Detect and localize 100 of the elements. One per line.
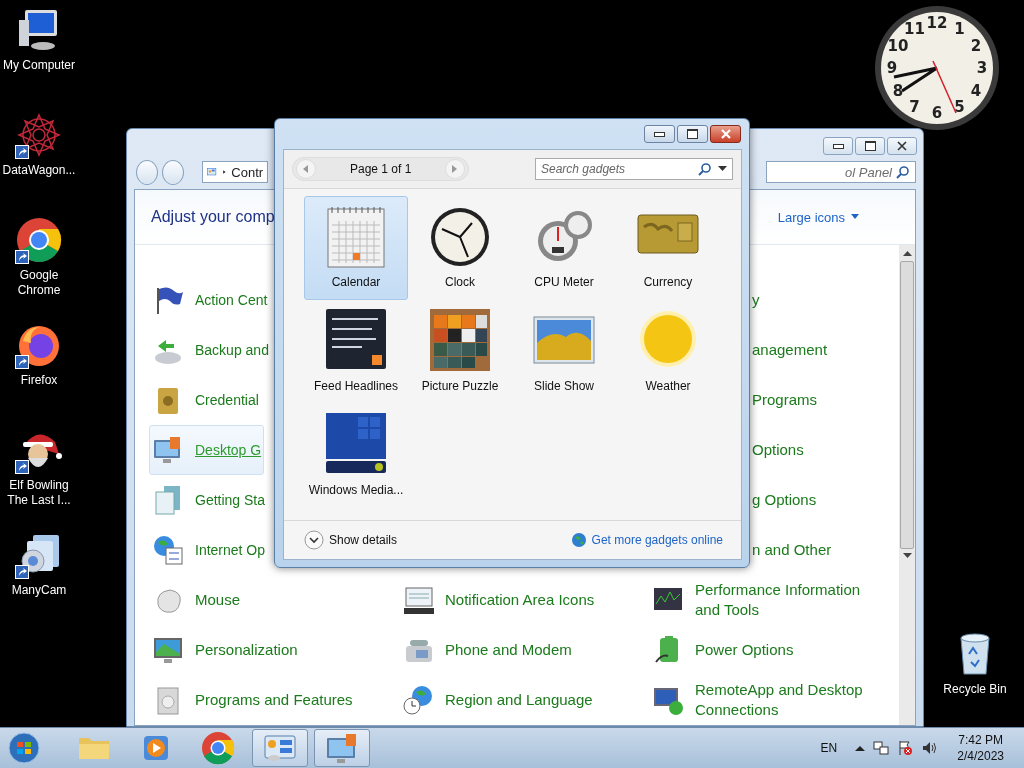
- desktop-shortcut[interactable]: Recycle Bin: [936, 630, 1014, 700]
- clock-numeral: 12: [926, 14, 948, 32]
- search-field[interactable]: ol Panel: [766, 161, 916, 183]
- clock-numeral: 11: [904, 20, 925, 39]
- gadget-tile[interactable]: Currency: [616, 196, 720, 300]
- search-icon: [896, 165, 910, 179]
- clock-numeral: 6: [931, 104, 943, 122]
- chrome-icon: [200, 730, 236, 766]
- gadget-tile[interactable]: CPU Meter: [512, 196, 616, 300]
- control-panel-link[interactable]: Programs and Features: [149, 675, 356, 725]
- gadget-tile[interactable]: Weather: [616, 300, 720, 404]
- desktop-shortcut[interactable]: DataWagon...: [0, 111, 78, 216]
- speaker-icon[interactable]: [921, 740, 938, 756]
- close-icon: [897, 141, 907, 151]
- clock-numeral: 3: [976, 59, 988, 77]
- clock-numeral: 10: [887, 36, 909, 55]
- search-field[interactable]: Search gadgets: [535, 158, 733, 180]
- gadget-tile[interactable]: Picture Puzzle: [408, 300, 512, 404]
- gadget-tile[interactable]: Calendar: [304, 196, 408, 300]
- clock-gadget[interactable]: 11 12 1 10 2 9 3 8 4 7 6 5: [872, 3, 1002, 133]
- control-panel-link[interactable]: Personalization: [149, 625, 301, 675]
- globe-icon: [402, 684, 434, 716]
- control-panel-link[interactable]: Programs: [751, 375, 821, 425]
- right-arrow-icon: [452, 165, 459, 173]
- taskbar-clock[interactable]: 7:42 PM 2/4/2023: [957, 732, 1004, 764]
- minimize-icon: [654, 131, 665, 137]
- gadget-tile[interactable]: Feed Headlines: [304, 300, 408, 404]
- panel-icon: [402, 584, 434, 616]
- close-icon: [719, 129, 732, 139]
- close-button[interactable]: [887, 137, 917, 155]
- close-button[interactable]: [710, 125, 741, 143]
- globe-icon: [152, 534, 184, 566]
- control-panel-link[interactable]: Performance Information and Tools: [649, 575, 888, 625]
- minimize-icon: [832, 143, 844, 149]
- scrollbar[interactable]: [899, 245, 915, 725]
- caret-icon: [851, 214, 859, 220]
- taskbar-button[interactable]: [252, 729, 308, 767]
- dropdown-caret-icon[interactable]: [718, 166, 727, 172]
- control-panel-link[interactable]: Region and Language: [399, 675, 596, 725]
- control-panel-icon: [207, 165, 217, 179]
- desktop-shortcut[interactable]: My Computer: [0, 6, 78, 111]
- page-indicator: Page 1 of 1: [349, 162, 413, 176]
- network-icon[interactable]: [873, 740, 890, 756]
- control-panel-link[interactable]: Credential: [149, 375, 262, 425]
- desktop-shortcut[interactable]: Firefox: [0, 321, 78, 426]
- left-arrow-icon: [303, 165, 309, 173]
- control-panel-link[interactable]: Getting Sta: [149, 475, 269, 525]
- scroll-down-arrow-icon[interactable]: [902, 553, 912, 559]
- gadget-tile[interactable]: Clock: [408, 196, 512, 300]
- globe-icon: [570, 532, 587, 548]
- control-panel-link[interactable]: Internet Op: [149, 525, 269, 575]
- control-panel-link[interactable]: anagement: [751, 325, 831, 375]
- flag-icon[interactable]: [897, 740, 914, 756]
- puzzle-tiles-icon: [428, 307, 492, 373]
- breadcrumb-arrow-icon: [221, 168, 227, 176]
- view-by-dropdown[interactable]: Large icons: [777, 209, 859, 225]
- control-panel-link[interactable]: Mouse: [149, 575, 244, 625]
- windows-logo-icon: [8, 732, 40, 764]
- control-panel-link[interactable]: y: [751, 275, 763, 325]
- control-panel-link[interactable]: g Options: [751, 475, 820, 525]
- page-heading: Adjust your comp: [151, 208, 275, 226]
- clock-numeral: 9: [886, 59, 898, 77]
- chevron-down-icon: [304, 530, 324, 550]
- control-panel-link[interactable]: Desktop G: [149, 425, 265, 475]
- language-indicator[interactable]: EN: [820, 741, 838, 755]
- previous-page-button[interactable]: [296, 159, 316, 179]
- get-more-gadgets-link[interactable]: Get more gadgets online: [591, 533, 723, 547]
- control-panel-link[interactable]: Power Options: [649, 625, 797, 675]
- control-panel-link[interactable]: Backup and: [149, 325, 272, 375]
- control-panel-link[interactable]: Action Cent: [149, 275, 271, 325]
- maximize-button[interactable]: [855, 137, 885, 155]
- show-hidden-icons-button[interactable]: [855, 744, 866, 752]
- minimize-button[interactable]: [644, 125, 675, 143]
- control-panel-link[interactable]: Notification Area Icons: [399, 575, 598, 625]
- maximize-icon: [864, 141, 876, 151]
- control-panel-link[interactable]: Phone and Modem: [399, 625, 575, 675]
- show-details-button[interactable]: Show details: [304, 530, 398, 550]
- maximize-icon: [687, 129, 698, 139]
- scroll-up-arrow-icon[interactable]: [902, 251, 912, 257]
- clock-numeral: 8: [892, 81, 904, 100]
- desktop-shortcut[interactable]: ManyCam: [0, 531, 78, 636]
- control-panel-link[interactable]: RemoteApp and Desktop Connections: [649, 675, 888, 725]
- control-panel-link[interactable]: n and Other: [751, 525, 835, 575]
- control-panel-link[interactable]: Options: [751, 425, 807, 475]
- gadget-tile[interactable]: Windows Media...: [304, 404, 408, 508]
- clock-numeral: 7: [909, 97, 920, 116]
- chrome-icon: [15, 216, 63, 264]
- clock-numeral: 4: [970, 81, 982, 100]
- minimize-button[interactable]: [823, 137, 853, 155]
- address-bar[interactable]: Contr: [202, 161, 269, 183]
- clock-numeral: 2: [970, 36, 982, 55]
- clock-numeral: 5: [954, 97, 965, 116]
- gadget-tile[interactable]: Slide Show: [512, 300, 616, 404]
- desktop-shortcut[interactable]: Google Chrome: [0, 216, 78, 321]
- next-page-button[interactable]: [445, 159, 466, 179]
- search-icon: [698, 162, 712, 176]
- star-pattern-icon: [15, 111, 63, 159]
- taskbar-button[interactable]: [314, 729, 370, 767]
- desktop-shortcut[interactable]: Elf Bowling The Last I...: [0, 426, 78, 531]
- maximize-button[interactable]: [677, 125, 708, 143]
